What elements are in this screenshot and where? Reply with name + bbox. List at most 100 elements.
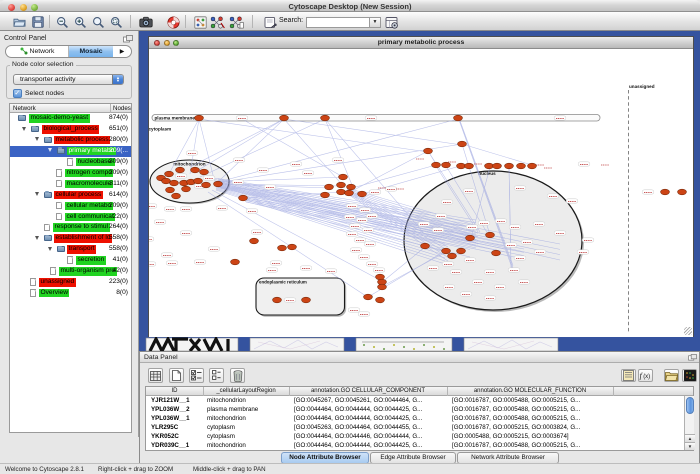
transporter-node[interactable] [325, 184, 334, 190]
transporter-node[interactable] [458, 141, 467, 147]
data-panel-titlebar[interactable] [140, 352, 699, 363]
transporter-node[interactable] [421, 243, 430, 249]
zoom-fit-icon[interactable] [90, 15, 106, 29]
tree-row[interactable]: nitrogen compo209(0) [10, 168, 131, 179]
transporter-node[interactable] [302, 297, 311, 303]
scroll-down-button[interactable]: ▼ [685, 442, 695, 450]
tree-row[interactable]: mosaic-demo-yeast874(0) [10, 113, 131, 124]
help-lifesaver-icon[interactable] [165, 15, 181, 29]
delete-attribute-trash-button[interactable] [230, 368, 245, 383]
zoom-selected-icon[interactable] [108, 15, 124, 29]
scroll-up-button[interactable]: ▲ [685, 434, 695, 442]
import-attributes-folder-button[interactable] [664, 369, 679, 382]
transporter-node[interactable] [231, 259, 240, 265]
transporter-node[interactable] [454, 115, 463, 121]
column-divider[interactable] [447, 387, 448, 396]
transporter-node[interactable] [200, 169, 209, 175]
edge[interactable] [199, 119, 428, 152]
transporter-node[interactable] [250, 238, 259, 244]
transporter-node[interactable] [661, 189, 670, 195]
transporter-node[interactable] [176, 167, 185, 173]
attribute-table-button[interactable] [148, 368, 163, 383]
search-dropdown-button[interactable]: ▼ [369, 17, 381, 28]
table-scrollbar[interactable]: ▲ ▼ [684, 396, 694, 450]
attribute-list-notepad-button[interactable] [621, 369, 636, 382]
transporter-node[interactable] [195, 115, 204, 121]
tree-row[interactable]: metabolic process280(0) [10, 135, 131, 146]
tree-row[interactable]: nucleobase-209(0) [10, 157, 131, 168]
background-window[interactable] [356, 338, 452, 351]
network-create-icon[interactable] [228, 15, 244, 29]
tree-expand-arrow-icon[interactable] [22, 127, 26, 131]
tab-mosaic[interactable]: Mosaic [69, 46, 113, 57]
zoom-in-icon[interactable] [72, 15, 88, 29]
transporter-node[interactable] [345, 190, 354, 196]
layout-grid-icon[interactable] [192, 15, 208, 29]
tab-node-attribute-browser[interactable]: Node Attribute Browser [281, 452, 369, 464]
transporter-node[interactable] [170, 180, 179, 186]
column-divider[interactable] [289, 387, 290, 396]
tab-network[interactable]: Network [6, 46, 69, 57]
attribute-table-row[interactable]: YJR121W__1 mitochondrion [GO:0045267, GO… [146, 396, 682, 405]
tree-row[interactable]: multi-organism pro42(0) [10, 266, 131, 277]
tree-row[interactable]: cellular metabo209(0) [10, 200, 131, 211]
edge[interactable] [284, 119, 345, 188]
transporter-node[interactable] [321, 115, 330, 121]
tree-row[interactable]: unassigned223(0) [10, 277, 131, 288]
transporter-node[interactable] [337, 189, 346, 195]
search-settings-icon[interactable] [384, 15, 400, 29]
attribute-table-row[interactable]: YPL036W__2 plasma membrane [GO:0044464, … [146, 405, 682, 414]
transporter-node[interactable] [457, 163, 466, 169]
resize-grip-icon[interactable] [684, 327, 692, 335]
transporter-node[interactable] [321, 192, 330, 198]
transporter-node[interactable] [424, 148, 433, 154]
edge[interactable] [195, 119, 284, 172]
column-header[interactable]: _cellularLayoutRegion [203, 388, 289, 394]
float-panel-icon[interactable] [123, 35, 133, 43]
color-attribute-combobox[interactable]: transporter activity ▲▼ [13, 74, 124, 85]
column-header[interactable]: annotation.GO CELLULAR_COMPONENT [289, 388, 447, 394]
network-canvas[interactable]: plasma membranecytoplasmmitochondrionnuc… [149, 50, 693, 337]
transporter-node[interactable] [194, 178, 203, 184]
edge[interactable] [219, 119, 284, 181]
attribute-matrix-button[interactable] [682, 369, 697, 382]
column-divider[interactable] [613, 387, 614, 396]
background-window[interactable] [250, 338, 344, 351]
edge[interactable] [325, 119, 352, 185]
transporter-node[interactable] [165, 171, 174, 177]
snapshot-camera-icon[interactable] [138, 15, 154, 29]
attribute-table-row[interactable]: YKR052C cytoplasm [GO:0044464, GO:004444… [146, 432, 682, 441]
transporter-node[interactable] [378, 284, 387, 290]
column-header[interactable]: annotation.GO MOLECULAR_FUNCTION [447, 388, 613, 394]
transporter-node[interactable] [172, 193, 181, 199]
transporter-node[interactable] [280, 115, 289, 121]
column-divider[interactable] [203, 387, 204, 396]
open-folder-icon[interactable] [13, 15, 26, 29]
save-icon[interactable] [30, 15, 46, 29]
attribute-table-row[interactable]: YDR039C__1 mitochondrion [GO:0044464, GO… [146, 441, 682, 450]
edge[interactable] [242, 119, 343, 177]
tree-expand-arrow-icon[interactable] [35, 137, 39, 141]
tree-expand-arrow-icon[interactable] [35, 192, 39, 196]
tab-network-attribute-browser[interactable]: Network Attribute Browser [457, 452, 559, 464]
select-attributes-checklist-button[interactable] [189, 368, 204, 383]
zoom-out-icon[interactable] [54, 15, 70, 29]
attribute-table-row[interactable]: YLR295C cytoplasm [GO:0045263, GO:004446… [146, 423, 682, 432]
transporter-node[interactable] [517, 163, 526, 169]
transporter-node[interactable] [492, 250, 501, 256]
tree-row[interactable]: Overview8(0) [10, 288, 131, 299]
transporter-node[interactable] [457, 248, 466, 254]
transporter-node[interactable] [465, 163, 474, 169]
background-window[interactable] [464, 338, 558, 351]
transporter-node[interactable] [214, 181, 223, 187]
transporter-node[interactable] [347, 184, 356, 190]
tree-row[interactable]: transport558(0) [10, 244, 131, 255]
column-header[interactable]: ID [146, 388, 203, 394]
network-destroy-icon[interactable] [209, 15, 225, 29]
transporter-node[interactable] [182, 186, 191, 192]
transporter-node[interactable] [432, 162, 441, 168]
new-attribute-document-button[interactable] [169, 368, 184, 383]
tab-edge-attribute-browser[interactable]: Edge Attribute Browser [370, 452, 456, 464]
tree-expand-arrow-icon[interactable] [48, 247, 52, 251]
transporter-node[interactable] [202, 182, 211, 188]
